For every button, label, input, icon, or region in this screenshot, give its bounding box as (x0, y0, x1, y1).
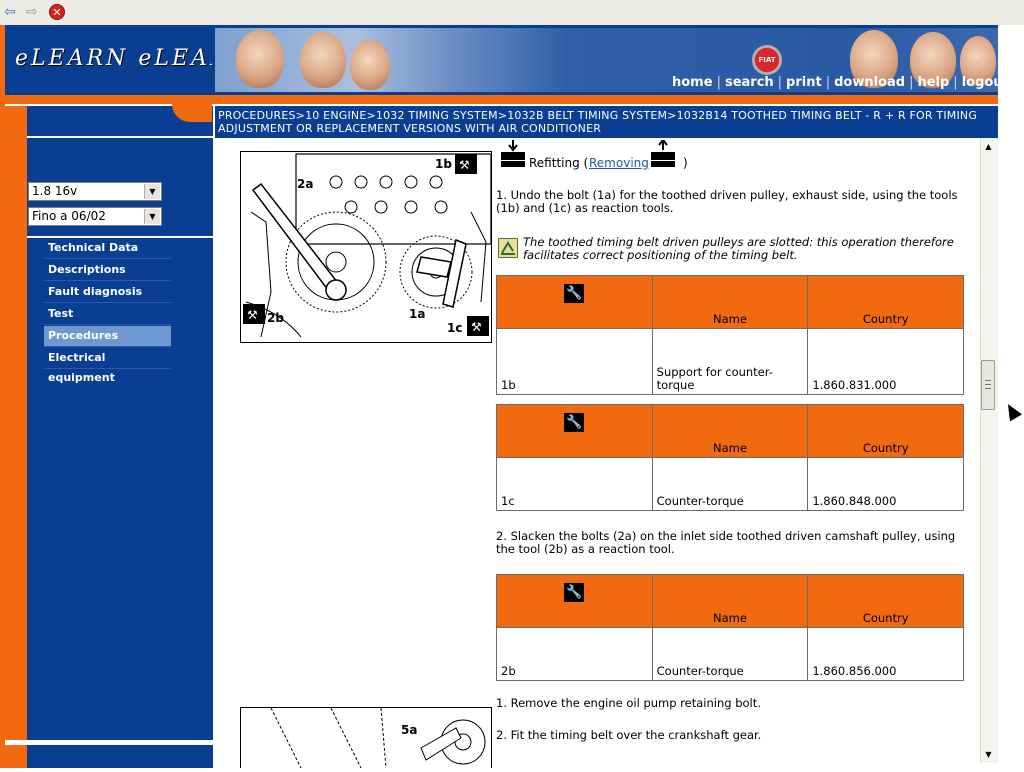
svg-text:⚒: ⚒ (459, 158, 470, 172)
sidebar (5, 106, 213, 768)
nav-print-link[interactable]: print (786, 75, 822, 90)
figure-label: 2b (267, 311, 284, 325)
refit-down-icon[interactable] (500, 140, 526, 168)
scroll-up-icon[interactable]: ▲ (981, 140, 996, 154)
browser-toolbar (0, 0, 1024, 26)
model-select-value: 1.8 16v (32, 184, 78, 198)
tool-table: 🔧 Name Country 1b Support for counter-to… (496, 275, 964, 395)
sidebar-item-electrical-equipment[interactable]: Electrical equipment (44, 348, 171, 384)
sidebar-item-procedures[interactable]: Procedures (44, 326, 171, 347)
tool-country: 1.860.831.000 (807, 328, 964, 395)
sidebar-decor (5, 136, 27, 740)
refitting-label: Refitting ( (529, 156, 589, 170)
banner-face (300, 32, 346, 88)
engine-diagram-figure-2: 5a (240, 707, 492, 769)
table-header-country: Country (807, 404, 964, 458)
table-header-name: Name (651, 275, 809, 329)
tool-code: 2b (496, 627, 653, 681)
step-text: 1. Undo the bolt (1a) for the toothed dr… (496, 188, 958, 215)
svg-text:⚒: ⚒ (247, 308, 258, 322)
table-row: 1b Support for counter-torque 1.860.831.… (496, 328, 964, 395)
chevron-down-icon[interactable]: ▼ (144, 184, 160, 199)
sidebar-decor (5, 106, 27, 136)
logo-text: eLEARN eLEARN (15, 46, 212, 71)
stop-icon[interactable]: ✕ (49, 4, 65, 20)
table-header-tool: 🔧 (496, 275, 653, 329)
vertical-scrollbar[interactable] (980, 138, 998, 763)
nav-download-link[interactable]: download (834, 75, 905, 90)
sidebar-item-fault-diagnosis[interactable]: Fault diagnosis (44, 282, 171, 303)
nav-home-link[interactable]: home (672, 75, 713, 90)
window-margin (998, 25, 1024, 768)
step-text: 1. Remove the engine oil pump retaining … (496, 696, 761, 710)
tool-code: 1b (496, 328, 653, 395)
wrench-icon: 🔧 (564, 284, 585, 303)
engine-diagram-2: 5a (270, 707, 486, 769)
tool-name: Support for counter-torque (651, 328, 809, 395)
forward-arrow-icon[interactable]: ⇨ (26, 4, 38, 20)
tool-table: 🔧 Name Country 2b Counter-torque 1.860.8… (496, 574, 964, 681)
tool-name: Counter-torque (651, 457, 809, 511)
table-header-country: Country (807, 574, 964, 628)
table-header-name: Name (651, 574, 809, 628)
nav-search-link[interactable]: search (725, 75, 774, 90)
wrench-icon: 🔧 (564, 413, 585, 432)
figure-label: 1b (435, 157, 452, 171)
sidebar-item-descriptions[interactable]: Descriptions (44, 260, 171, 281)
table-header-tool: 🔧 (496, 404, 653, 458)
sidebar-item-test[interactable]: Test (44, 304, 171, 325)
fiat-logo: FIAT (752, 45, 782, 75)
sidebar-item-technical-data[interactable]: Technical Data (44, 238, 171, 259)
wrench-icon: 🔧 (564, 583, 585, 602)
removing-link[interactable]: Removing (589, 156, 649, 170)
tool-country: 1.860.848.000 (807, 457, 964, 511)
banner-face (350, 40, 390, 90)
step-text: 2. Fit the timing belt over the cranksha… (496, 728, 762, 742)
divider (5, 740, 213, 745)
breadcrumb: PROCEDURES>10 ENGINE>1032 TIMING SYSTEM>… (218, 109, 978, 135)
table-row: 1c Counter-torque 1.860.848.000 (496, 457, 964, 511)
date-select[interactable]: Fino a 06/02 ▼ (28, 207, 162, 226)
top-navigation: home | search | print | download | help | logout (672, 75, 1009, 90)
svg-text:⚒: ⚒ (471, 320, 482, 334)
note-icon (498, 238, 518, 258)
model-select[interactable]: 1.8 16v ▼ (28, 182, 162, 201)
figure-label: 2a (297, 177, 313, 191)
tool-code: 1c (496, 457, 653, 511)
table-header-country: Country (807, 275, 964, 329)
back-arrow-icon[interactable]: ⇦ (4, 4, 16, 20)
tool-table: 🔧 Name Country 1c Counter-torque 1.860.8… (496, 404, 964, 511)
chevron-down-icon[interactable]: ▼ (144, 209, 160, 224)
table-header-tool: 🔧 (496, 574, 653, 628)
tool-country: 1.860.856.000 (807, 627, 964, 681)
grip-icon (985, 384, 991, 385)
removing-up-icon[interactable] (650, 140, 676, 168)
divider (27, 136, 213, 138)
step-text: 2. Slacken the bolts (2a) on the inlet s… (496, 529, 956, 556)
table-header-name: Name (651, 404, 809, 458)
refitting-label-close: ) (683, 156, 688, 170)
scroll-down-icon[interactable]: ▼ (981, 748, 996, 762)
elearn-logo: eLEARN eLEARN (5, 28, 212, 92)
sidebar-decor (5, 745, 27, 768)
note-text: The toothed timing belt driven pulleys a… (523, 235, 954, 262)
figure-label: 1c (447, 321, 462, 335)
engine-diagram-figure: ⚒ ⚒ ⚒ 1b 2a 2b 1a 1c (240, 151, 492, 343)
engine-diagram: ⚒ ⚒ ⚒ 1b 2a 2b 1a 1c (243, 153, 492, 338)
nav-help-link[interactable]: help (917, 75, 949, 90)
figure-label: 5a (401, 723, 417, 737)
banner-face (236, 30, 284, 88)
date-select-value: Fino a 06/02 (32, 209, 106, 223)
tool-name: Counter-torque (651, 627, 809, 681)
header-divider (5, 95, 998, 104)
figure-label: 1a (409, 307, 425, 321)
table-row: 2b Counter-torque 1.860.856.000 (496, 627, 964, 681)
